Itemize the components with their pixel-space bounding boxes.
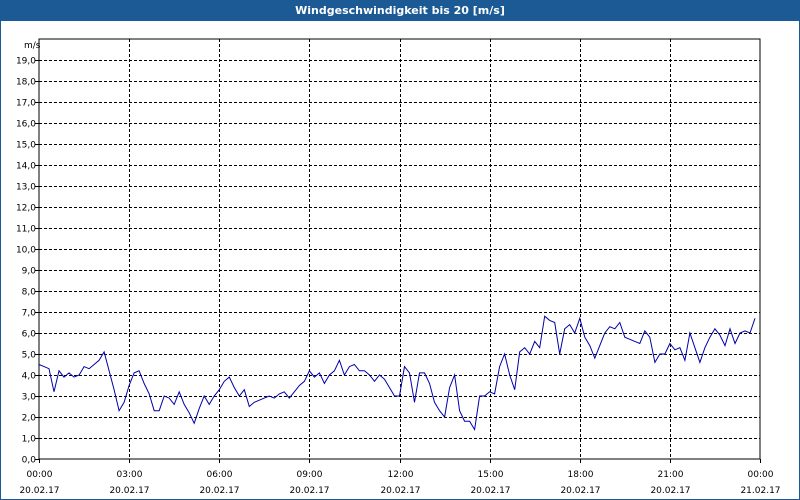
y-tick-label: 7,0 <box>22 309 37 319</box>
y-tick-label: 3,0 <box>22 393 37 403</box>
y-tick-label: 8,0 <box>22 288 37 298</box>
y-tick-label: 1,0 <box>22 435 37 445</box>
x-tick-time-label: 03:00 <box>117 470 143 480</box>
x-axis-tick-labels: 00:00 20.02.17 03:00 20.02.17 06:00 20.02.17 0… <box>19 470 780 496</box>
tick-marks <box>35 60 761 463</box>
y-tick-label: 19,0 <box>16 57 36 67</box>
x-tick-date-label: 20.02.17 <box>289 486 329 496</box>
x-tick-time-label: 00:00 <box>27 470 53 480</box>
x-tick-date-label: 20.02.17 <box>109 486 149 496</box>
x-tick-date-label: 20.02.17 <box>470 486 510 496</box>
y-tick-label: 16,0 <box>16 120 36 130</box>
x-tick-date-label: 20.02.17 <box>199 486 239 496</box>
y-tick-label: 4,0 <box>22 372 37 382</box>
y-tick-label: 11,0 <box>16 225 36 235</box>
x-tick-time-label: 00:00 <box>748 470 774 480</box>
x-tick-date-label: 21.02.17 <box>740 486 780 496</box>
y-tick-label: 10,0 <box>16 246 36 256</box>
x-tick-time-label: 15:00 <box>478 470 504 480</box>
y-tick-label: 2,0 <box>22 414 37 424</box>
y-axis-unit-label: m/s <box>24 41 41 51</box>
x-tick-date-label: 20.02.17 <box>380 486 420 496</box>
y-axis-tick-labels: 0,0 1,0 2,0 3,0 4,0 5,0 6,0 7,0 8,0 9,0 10,0 11,0 12… <box>16 57 36 466</box>
y-tick-label: 14,0 <box>16 162 36 172</box>
y-tick-label: 12,0 <box>16 204 36 214</box>
y-tick-label: 17,0 <box>16 99 36 109</box>
y-tick-label: 9,0 <box>22 267 37 277</box>
x-tick-date-label: 20.02.17 <box>19 486 59 496</box>
x-tick-date-label: 20.02.17 <box>650 486 690 496</box>
x-tick-time-label: 21:00 <box>658 470 684 480</box>
x-tick-time-label: 09:00 <box>297 470 323 480</box>
x-tick-time-label: 18:00 <box>568 470 594 480</box>
y-tick-label: 6,0 <box>22 330 37 340</box>
wind-speed-chart: m/s 0,0 1,0 2,0 3,0 4,0 5,0 6,0 7,0 8,0 9,0 10,0 11… <box>16 38 781 496</box>
y-tick-label: 18,0 <box>16 78 36 88</box>
x-tick-time-label: 12:00 <box>388 470 414 480</box>
x-tick-date-label: 20.02.17 <box>560 486 600 496</box>
y-tick-label: 13,0 <box>16 183 36 193</box>
x-tick-time-label: 06:00 <box>207 470 233 480</box>
y-tick-label: 5,0 <box>22 351 37 361</box>
y-tick-label: 0,0 <box>22 456 37 466</box>
y-tick-label: 15,0 <box>16 141 36 151</box>
